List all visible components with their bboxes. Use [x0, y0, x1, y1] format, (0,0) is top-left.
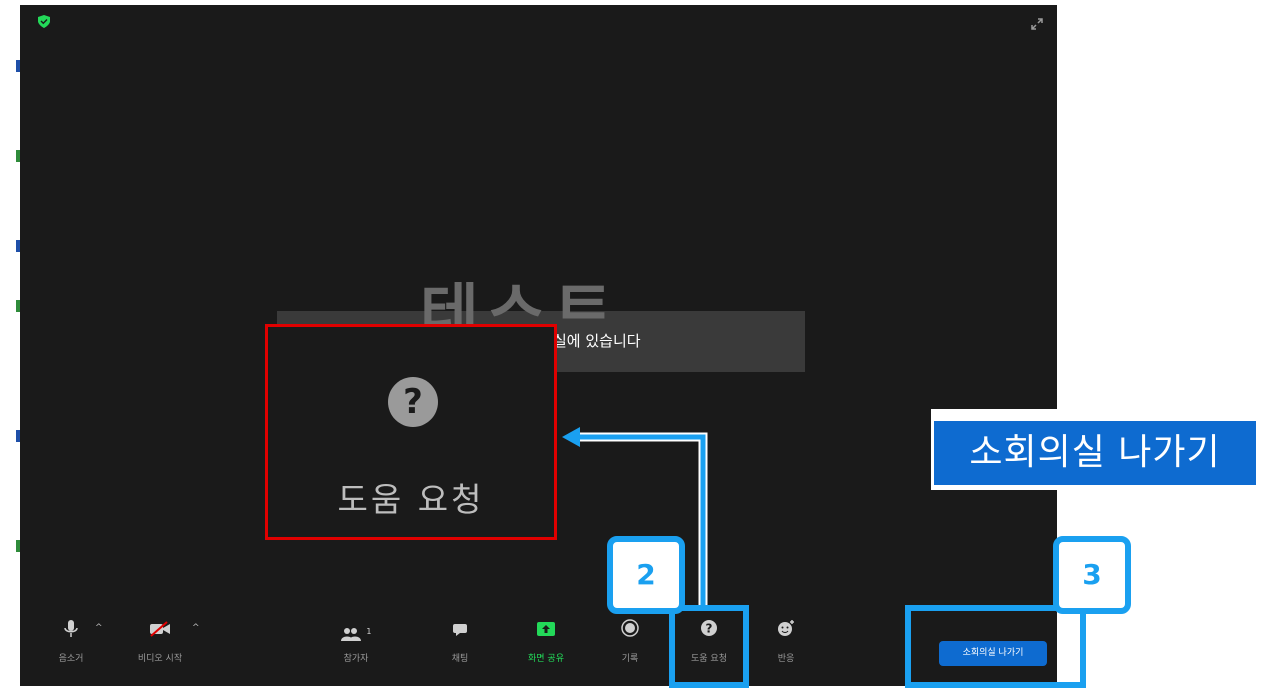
reaction-emoji-icon — [770, 619, 802, 645]
microphone-icon — [48, 619, 94, 645]
audio-options-chevron-icon[interactable]: ^ — [95, 623, 103, 633]
participants-count: 1 — [366, 627, 372, 636]
video-options-chevron-icon[interactable]: ^ — [192, 623, 200, 633]
reactions-button[interactable]: 반응 — [770, 619, 802, 664]
step-3-badge: 3 — [1053, 536, 1131, 614]
mute-button[interactable]: 음소거 — [48, 619, 94, 664]
ask-for-help-popup-label: 도움 요청 — [337, 480, 485, 519]
exit-breakout-callout: 소회의실 나가기 — [931, 409, 1261, 490]
step-2-badge: 2 — [607, 536, 685, 614]
breakout-status-text: 실에 있습니다 — [553, 332, 641, 350]
share-screen-icon — [520, 619, 572, 645]
video-off-icon — [128, 619, 192, 645]
background-window-strip — [0, 0, 21, 691]
share-screen-label: 화면 공유 — [528, 654, 564, 664]
participants-button[interactable]: 1 참가자 — [336, 619, 376, 664]
start-video-label: 비디오 시작 — [137, 654, 183, 664]
chat-label: 채팅 — [451, 654, 469, 664]
participants-icon: 1 — [336, 619, 376, 645]
participant-name: 테스트 — [420, 282, 621, 326]
fullscreen-icon[interactable] — [1030, 17, 1044, 31]
meeting-toolbar: 음소거 ^ 비디오 시작 ^ 1 참가자 채팅 화면 공유 기록 ? 도움 요청… — [20, 619, 1057, 686]
exit-button-highlight — [905, 605, 1086, 688]
start-video-button[interactable]: 비디오 시작 — [128, 619, 192, 664]
exit-breakout-callout-label: 소회의실 나가기 — [934, 421, 1256, 485]
chat-button[interactable]: 채팅 — [444, 619, 476, 664]
mute-label: 음소거 — [58, 654, 84, 664]
reactions-label: 반응 — [777, 654, 795, 664]
security-shield-icon — [38, 15, 50, 28]
help-button-highlight — [669, 605, 749, 688]
participants-label: 참가자 — [343, 654, 369, 664]
record-icon — [614, 619, 646, 645]
record-label: 기록 — [621, 654, 639, 664]
ask-for-help-popup[interactable]: ? 도움 요청 — [265, 324, 557, 540]
record-button[interactable]: 기록 — [614, 619, 646, 664]
question-circle-icon: ? — [388, 377, 438, 427]
chat-icon — [444, 619, 476, 645]
share-screen-button[interactable]: 화면 공유 — [520, 619, 572, 664]
